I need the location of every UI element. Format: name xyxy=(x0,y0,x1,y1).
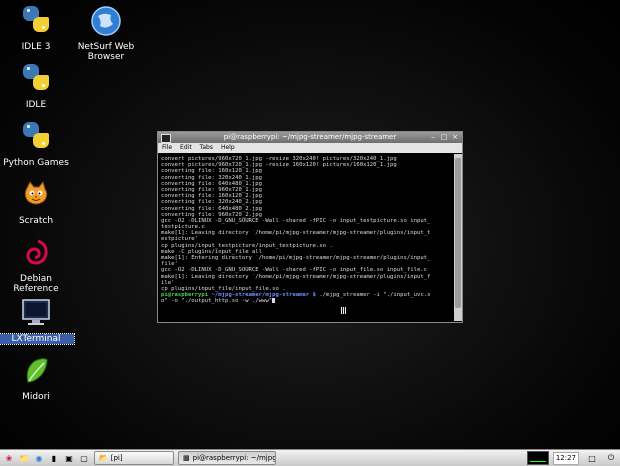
terminal-icon: ▩ xyxy=(183,454,190,462)
maximize-icon[interactable]: □ xyxy=(440,133,448,141)
folder-icon: 📂 xyxy=(99,454,108,462)
desktop-icon-scratch[interactable]: Scratch xyxy=(0,178,74,226)
desktop-icon-label: Midori xyxy=(22,392,50,402)
desktop-icon-idle[interactable]: IDLE xyxy=(0,62,74,110)
menu-tabs[interactable]: Tabs xyxy=(200,143,213,153)
minimize-all-icon[interactable]: ▣ xyxy=(63,452,75,464)
menu-edit[interactable]: Edit xyxy=(180,143,192,153)
desktop-icon-label: Scratch xyxy=(18,216,54,226)
monitor-icon xyxy=(19,296,53,330)
terminal-icon xyxy=(161,134,171,143)
menu-bar: File Edit Tabs Help xyxy=(158,143,462,153)
desktop-icon-midori[interactable]: Midori xyxy=(0,354,74,402)
menu-raspberry-icon[interactable]: ❀ xyxy=(3,452,15,464)
debian-swirl-icon xyxy=(19,236,53,270)
cpu-monitor[interactable] xyxy=(526,451,549,465)
prompt-path: ~/mjpg-streamer/mjpg-streamer $ xyxy=(208,292,316,299)
close-icon[interactable]: × xyxy=(451,133,459,141)
taskbar: ❀ 📁 ◉ ▮ ▣ ▢ 📂 [pi] ▩ pi@raspberrypi: ~/m… xyxy=(0,449,620,466)
desktop-icon-label: LXTerminal xyxy=(0,333,75,345)
window-titlebar[interactable]: pi@raspberrypi: ~/mjpg-streamer/mjpg-str… xyxy=(158,132,462,143)
terminal-cursor xyxy=(272,298,276,304)
terminal-launch-icon[interactable]: ▮ xyxy=(48,452,60,464)
desktop-icon-label: IDLE xyxy=(25,100,47,110)
desktop-icon-label: Python Games xyxy=(3,158,69,168)
python-icon xyxy=(19,120,53,154)
desktop-icon-debian-reference[interactable]: Debian Reference xyxy=(0,236,74,294)
browser-icon[interactable]: ◉ xyxy=(33,452,45,464)
prompt-command: ./mjpg_streamer -i "./input_uvc.s xyxy=(315,292,431,299)
system-tray: 12:27 □ ⏻ xyxy=(526,451,620,465)
desktop-icon-label: Debian Reference xyxy=(13,274,59,294)
taskbar-task-terminal[interactable]: ▩ pi@raspberrypi: ~/mjpg... xyxy=(178,451,276,465)
menu-file[interactable]: File xyxy=(162,143,172,153)
taskbar-task-label: pi@raspberrypi: ~/mjpg... xyxy=(192,454,276,462)
terminal-line: gcc -O2 -DLINUX -D_GNU_SOURCE -Wall -sha… xyxy=(161,267,428,274)
file-manager-icon[interactable]: 📁 xyxy=(18,452,30,464)
taskbar-task-file-manager[interactable]: 📂 [pi] xyxy=(94,451,174,465)
terminal-line: make[1]: Entering directory `/home/pi/mj… xyxy=(161,255,431,261)
python-icon xyxy=(19,4,53,38)
terminal-command-continuation: o" -o "./output_http.so -w ./www" xyxy=(161,298,450,304)
desktop-icon-label: NetSurf Web Browser xyxy=(77,42,135,62)
terminal-output[interactable]: convert pictures/960x720_1.jpg -resize 3… xyxy=(158,154,452,321)
scrollbar-thumb[interactable] xyxy=(455,158,461,308)
python-icon xyxy=(19,62,53,96)
scrollbar[interactable] xyxy=(454,154,462,321)
desktop-icon-netsurf[interactable]: NetSurf Web Browser xyxy=(68,4,144,62)
desktop-icon-lxterminal[interactable]: LXTerminal xyxy=(0,296,75,345)
power-icon[interactable]: ⏻ xyxy=(605,452,617,464)
desktop-icon-idle3[interactable]: IDLE 3 xyxy=(0,4,74,52)
taskbar-task-label: [pi] xyxy=(110,454,123,462)
prompt-user: pi@raspberrypi xyxy=(161,292,209,299)
terminal-line: make[1]: Leaving directory `/home/pi/mjp… xyxy=(161,273,431,280)
midori-leaf-icon xyxy=(19,354,53,388)
minimize-icon[interactable]: – xyxy=(429,133,437,141)
menu-help[interactable]: Help xyxy=(221,143,235,153)
network-icon[interactable]: □ xyxy=(586,452,598,464)
window-title: pi@raspberrypi: ~/mjpg-streamer/mjpg-str… xyxy=(223,133,397,141)
prompt-command-cont: o" -o "./output_http.so -w ./www" xyxy=(161,298,273,305)
desktop-icon-label: IDLE 3 xyxy=(21,42,51,52)
scratch-cat-icon xyxy=(19,178,53,212)
desktop: IDLE 3 NetSurf Web Browser IDLE Python G… xyxy=(0,0,620,449)
workspace-icon[interactable]: ▢ xyxy=(78,452,90,464)
desktop-icon-python-games[interactable]: Python Games xyxy=(0,120,74,168)
terminal-window[interactable]: pi@raspberrypi: ~/mjpg-streamer/mjpg-str… xyxy=(157,131,463,323)
text-cursor-icon: Ⅲ xyxy=(340,306,347,317)
clock[interactable]: 12:27 xyxy=(552,451,579,465)
netsurf-globe-icon xyxy=(89,4,123,38)
terminal-line: make[1]: Leaving directory `/home/pi/mjp… xyxy=(161,230,431,237)
